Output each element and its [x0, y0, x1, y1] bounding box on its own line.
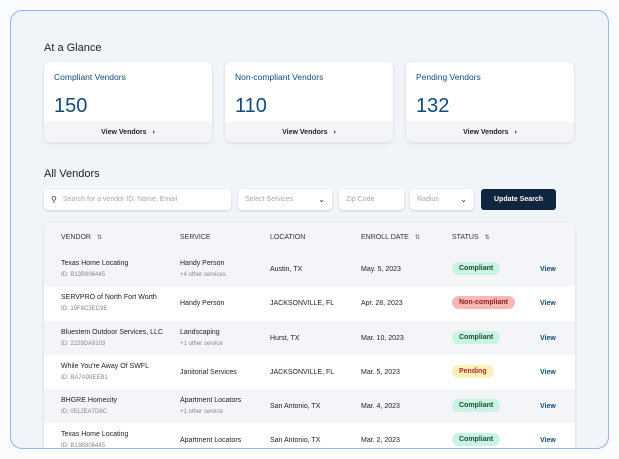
service: Janitorial Services — [180, 368, 237, 376]
card-title: Non-compliant Vendors — [235, 72, 324, 82]
column-header[interactable]: VENDOR ⇅ — [61, 234, 102, 241]
status-badge: Compliant — [452, 262, 501, 275]
column-label: VENDOR — [61, 234, 91, 241]
location: San Antonio, TX — [270, 437, 321, 445]
at-a-glance-heading: At a Glance — [44, 42, 102, 54]
enroll-date: May. 5, 2023 — [361, 266, 401, 273]
search-placeholder: Search for a vendor ID, Name, Email — [62, 196, 178, 203]
column-header[interactable]: STATUS ⇅ — [452, 234, 490, 241]
service: Apartment Locators — [180, 397, 242, 405]
card-count: 150 — [54, 95, 88, 117]
dashboard-frame: At a Glance Compliant Vendors 150 View V… — [10, 10, 609, 449]
vendor-id: ID: B13B806445 — [61, 443, 106, 449]
table-row: While You're Away Of SWFL ID: BA7A98EEB1… — [44, 355, 575, 389]
card-title: Compliant Vendors — [54, 72, 126, 82]
service: Landscaping — [180, 328, 220, 336]
status-badge: Compliant — [452, 433, 501, 447]
table-row: BHGRE Homecity ID: 0512EA7D8C Apartment … — [44, 389, 575, 424]
link-label: View Vendors — [463, 128, 509, 136]
column-label: ENROLL DATE — [361, 234, 409, 241]
sort-icon[interactable]: ⇅ — [97, 235, 102, 241]
summary-card: Pending Vendors 132 View Vendors › — [406, 62, 574, 142]
column-header: LOCATION — [270, 234, 305, 241]
enroll-date: Apr. 28, 2023 — [361, 300, 403, 308]
vendor-name: SERVPRO of North Fort Worth — [61, 294, 157, 302]
table-row: SERVPRO of North Fort Worth ID: 19F8C3EC… — [44, 286, 575, 320]
vendors-table: VENDOR ⇅ SERVICE LOCATION ENROLL DATE ⇅ STATUS… — [44, 223, 575, 449]
vendor-name: Texas Home Locating — [61, 260, 129, 267]
summary-card: Non-compliant Vendors 110 View Vendors › — [225, 62, 393, 142]
card-count: 110 — [235, 95, 267, 117]
chevron-right-icon: › — [514, 128, 517, 136]
status-badge: Pending — [452, 364, 494, 378]
chevron-down-icon: ⌄ — [318, 195, 325, 204]
other-services: +4 other services — [180, 272, 226, 278]
chevron-right-icon: › — [152, 128, 155, 136]
enroll-date: Mar. 4, 2023 — [361, 403, 400, 411]
view-vendors-link[interactable]: View Vendors › — [225, 122, 393, 142]
table-row: Texas Home Locating ID: B13B806445 Apart… — [44, 423, 575, 449]
table-row: Texas Home Locating ID: B13B806445 Handy… — [44, 252, 575, 287]
search-icon: ⚲ — [51, 195, 57, 204]
view-vendors-link[interactable]: View Vendors › — [406, 122, 574, 142]
column-header[interactable]: ENROLL DATE ⇅ — [361, 234, 420, 241]
column-label: SERVICE — [180, 234, 211, 241]
location: Austin, TX — [270, 266, 303, 273]
view-link[interactable]: View — [540, 369, 556, 376]
column-label: LOCATION — [270, 234, 306, 241]
status-badge: Compliant — [452, 399, 501, 413]
card-count: 132 — [416, 95, 450, 117]
card-title: Pending Vendors — [416, 72, 481, 82]
location: San Antonio, TX — [270, 403, 321, 411]
view-link[interactable]: View — [540, 335, 556, 342]
zip-code-input[interactable]: Zip Code — [339, 189, 404, 210]
vendor-id: ID: 19F8C3EC9E — [61, 306, 108, 313]
chevron-down-icon: ⌄ — [460, 195, 467, 204]
update-search-button[interactable]: Update Search — [481, 189, 556, 210]
view-vendors-link[interactable]: View Vendors › — [44, 122, 212, 142]
view-link[interactable]: View — [540, 266, 556, 273]
search-input[interactable]: ⚲ Search for a vendor ID, Name, Email — [44, 189, 231, 210]
enroll-date: Mar. 10, 2023 — [361, 334, 404, 342]
view-link[interactable]: View — [540, 300, 556, 307]
column-label: STATUS — [452, 234, 479, 241]
column-header: SERVICE — [180, 234, 211, 241]
zip-placeholder: Zip Code — [346, 196, 375, 203]
view-link[interactable]: View — [540, 437, 556, 444]
vendor-name: BHGRE Homecity — [61, 397, 118, 405]
services-placeholder: Select Services — [245, 196, 294, 203]
radius-placeholder: Radius — [417, 196, 439, 203]
status-badge: Compliant — [452, 330, 501, 344]
location: JACKSONVILLE, FL — [270, 368, 335, 376]
vendor-id: ID: 0512EA7D8C — [61, 409, 108, 416]
summary-card: Compliant Vendors 150 View Vendors › — [44, 62, 212, 142]
link-label: View Vendors — [101, 128, 147, 136]
service: Handy Person — [180, 260, 225, 267]
other-services: +1 other service — [180, 340, 223, 347]
service: Handy Person — [180, 300, 225, 308]
vendor-id: ID: 2229DA9103 — [61, 340, 106, 347]
status-badge: Non-compliant — [452, 296, 515, 310]
vendor-name: While You're Away Of SWFL — [61, 362, 149, 370]
vendor-id: ID: B13B806445 — [61, 272, 106, 278]
enroll-date: Mar. 2, 2023 — [361, 437, 400, 445]
link-label: View Vendors — [282, 128, 328, 136]
service: Apartment Locators — [180, 437, 242, 445]
sort-icon[interactable]: ⇅ — [485, 235, 490, 241]
all-vendors-heading: All Vendors — [44, 168, 100, 180]
services-select[interactable]: Select Services ⌄ — [238, 189, 332, 210]
table-row: Bluestem Outdoor Services, LLC ID: 2229D… — [44, 320, 575, 355]
other-services: +1 other service — [180, 409, 223, 416]
chevron-right-icon: › — [333, 128, 336, 136]
vendor-id: ID: BA7A98EEB1 — [61, 374, 108, 381]
location: JACKSONVILLE, FL — [270, 300, 335, 308]
enroll-date: Mar. 5, 2023 — [361, 368, 400, 376]
view-link[interactable]: View — [540, 403, 556, 410]
radius-select[interactable]: Radius ⌄ — [410, 189, 474, 210]
vendor-name: Texas Home Locating — [61, 431, 129, 439]
vendor-name: Bluestem Outdoor Services, LLC — [61, 328, 163, 336]
location: Hurst, TX — [270, 334, 300, 342]
table-header: VENDOR ⇅ SERVICE LOCATION ENROLL DATE ⇅ STATUS… — [44, 223, 575, 252]
sort-icon[interactable]: ⇅ — [415, 235, 420, 241]
